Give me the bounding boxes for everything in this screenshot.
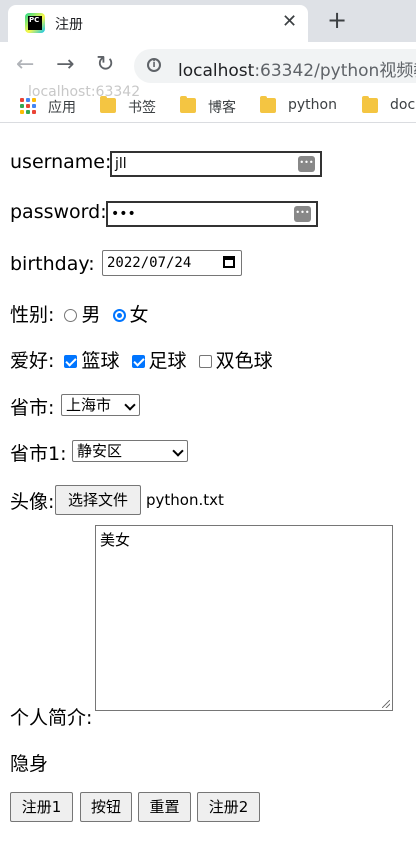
tab-strip: PC 注册 ✕ + [0, 0, 416, 42]
password-value: ••• [111, 206, 136, 222]
browser-tab[interactable]: PC 注册 ✕ [8, 5, 308, 42]
apps-grid-icon [20, 98, 36, 114]
bio-row: 个人简介: 美女 [10, 525, 393, 730]
hobby-row: 爱好: 篮球 足球 双色球 [10, 346, 279, 373]
url-host: localhost [178, 61, 255, 81]
radio-male[interactable] [64, 309, 78, 322]
file-name: python.txt [146, 491, 224, 509]
hobby-football-label: 足球 [148, 350, 187, 372]
tooltip-ghost-text: localhost:63342 [28, 84, 141, 100]
province-value: 上海市 [66, 396, 112, 414]
folder-icon [180, 96, 196, 113]
new-tab-icon[interactable]: + [327, 6, 347, 34]
tab-title: 注册 [55, 17, 83, 33]
bookmark-label: python [288, 97, 337, 113]
reset-button[interactable]: 重置 [138, 792, 191, 822]
hobby-option-basketball[interactable]: 篮球 [64, 350, 125, 372]
choose-file-button[interactable]: 选择文件 [55, 485, 141, 515]
hobby-basketball-label: 篮球 [81, 350, 120, 372]
gender-female-label: 女 [129, 304, 149, 326]
province-row: 省市: 上海市 [10, 393, 140, 420]
url-text: localhost:63342/python视频教 [178, 56, 416, 81]
birthday-row: birthday: 2022/07/24 [10, 250, 242, 276]
hidden-row: 隐身 [10, 749, 48, 776]
password-manager-icon[interactable]: ••• [294, 206, 311, 222]
bookmark-label: 书签 [128, 100, 156, 116]
password-input[interactable]: ••• ••• [106, 201, 318, 227]
folder-icon [100, 96, 116, 113]
tab-close-icon[interactable]: ✕ [282, 11, 297, 32]
username-input[interactable]: jll ••• [110, 151, 322, 177]
province-select[interactable]: 上海市 [61, 394, 140, 416]
chevron-down-icon [124, 399, 136, 411]
chevron-down-icon [172, 445, 184, 457]
folder-icon [260, 96, 276, 113]
calendar-icon[interactable] [223, 256, 235, 268]
avatar-row: 头像: 选择文件 python.txt [10, 485, 224, 515]
info-icon[interactable]: i [147, 58, 161, 72]
bookmark-label: 应用 [48, 100, 76, 116]
password-manager-icon[interactable]: ••• [298, 156, 315, 172]
reload-icon[interactable]: ↻ [96, 52, 114, 78]
username-label: username: [10, 151, 112, 173]
radio-female[interactable] [112, 309, 126, 322]
bio-textarea[interactable]: 美女 [95, 525, 393, 711]
checkbox-basketball[interactable] [64, 355, 78, 368]
bio-value: 美女 [100, 531, 131, 549]
register1-button[interactable]: 注册1 [10, 792, 73, 822]
gender-label: 性别: [10, 304, 55, 326]
province1-label: 省市1: [10, 443, 67, 465]
avatar-label: 头像: [10, 491, 55, 513]
pycharm-favicon-icon: PC [25, 13, 45, 33]
birthday-value: 2022/07/24 [107, 255, 192, 271]
province1-row: 省市1: 静安区 [10, 439, 188, 466]
password-row: password: ••• ••• [10, 201, 318, 227]
gender-option-female[interactable]: 女 [112, 304, 155, 326]
province1-value: 静安区 [77, 442, 123, 460]
birthday-label: birthday: [10, 253, 95, 275]
birthday-date-input[interactable]: 2022/07/24 [102, 250, 242, 276]
gender-male-label: 男 [81, 304, 101, 326]
browser-toolbar: ← → ↻ i localhost:63342/python视频教 [0, 42, 416, 90]
checkbox-football[interactable] [131, 355, 145, 368]
province1-select[interactable]: 静安区 [72, 440, 188, 462]
plain-button[interactable]: 按钮 [80, 792, 132, 822]
registration-form: username: jll ••• password: ••• ••• birt… [0, 123, 416, 841]
checkbox-lottery[interactable] [198, 355, 212, 368]
bookmark-label: doc [390, 97, 416, 113]
bookmark-label: 博客 [208, 100, 236, 116]
username-value: jll [115, 156, 127, 172]
bio-label: 个人简介: [10, 707, 93, 729]
gender-option-male[interactable]: 男 [64, 304, 106, 326]
hidden-label: 隐身 [10, 753, 49, 775]
folder-icon [362, 96, 378, 113]
forward-arrow-icon[interactable]: → [56, 52, 74, 78]
hobby-option-football[interactable]: 足球 [131, 350, 193, 372]
hobby-lottery-label: 双色球 [215, 350, 273, 372]
url-path: :63342/python视频教 [254, 61, 416, 81]
address-bar[interactable]: i localhost:63342/python视频教 [134, 49, 416, 83]
hobby-option-lottery[interactable]: 双色球 [198, 350, 279, 372]
resize-grip-icon[interactable] [382, 700, 390, 708]
password-label: password: [10, 201, 107, 223]
gender-row: 性别: 男 女 [10, 300, 155, 327]
back-arrow-icon[interactable]: ← [16, 52, 34, 78]
register2-button[interactable]: 注册2 [197, 792, 260, 822]
hobby-label: 爱好: [10, 350, 55, 372]
province-label: 省市: [10, 397, 55, 419]
username-row: username: jll ••• [10, 151, 322, 177]
